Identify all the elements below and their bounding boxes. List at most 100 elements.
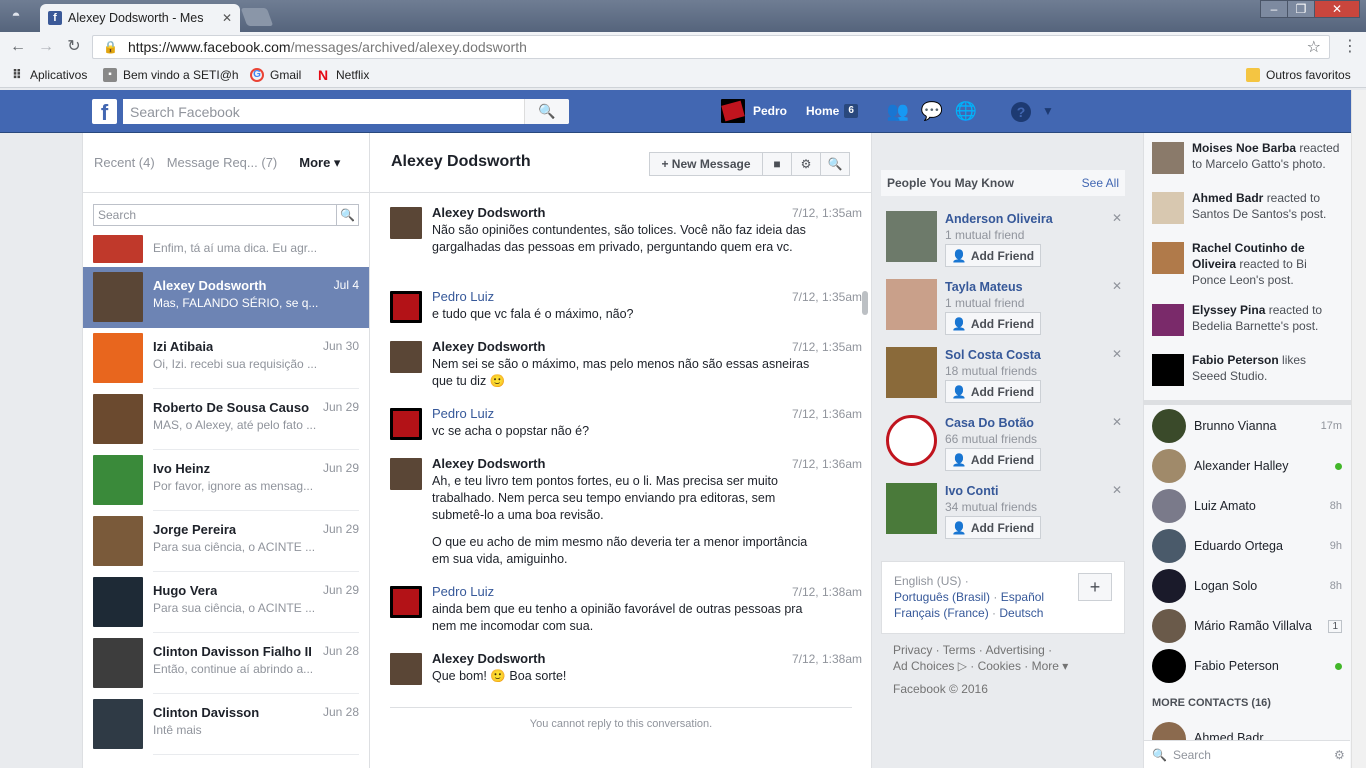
ticker-item[interactable]: Fabio Peterson likes Seeed Studio. bbox=[1152, 352, 1342, 386]
language-de[interactable]: Deutsch bbox=[999, 606, 1043, 620]
avatar[interactable] bbox=[886, 415, 937, 466]
contact-item[interactable]: Mário Ramão Villalva 1 bbox=[1152, 608, 1342, 644]
chat-search-input[interactable] bbox=[1172, 747, 1328, 762]
mutual-friends[interactable]: 34 mutual friends bbox=[945, 500, 1037, 514]
dismiss-icon[interactable]: ✕ bbox=[1112, 211, 1122, 225]
suggestion-name[interactable]: Anderson Oliveira bbox=[945, 212, 1053, 226]
search-icon[interactable]: 🔍 bbox=[524, 99, 569, 124]
facebook-search-input[interactable] bbox=[123, 99, 524, 124]
list-item[interactable]: Jorge Pereira Jun 29 Para sua ciência, o … bbox=[83, 511, 369, 572]
page-scrollbar[interactable] bbox=[1351, 90, 1366, 768]
bookmark-apps[interactable]: ⠿ Aplicativos bbox=[10, 66, 87, 84]
footer-line-1[interactable]: Privacy · Terms · Advertising · bbox=[893, 642, 1123, 658]
search-icon[interactable]: 🔍 bbox=[820, 152, 850, 176]
maximize-icon[interactable]: ❐ bbox=[1287, 0, 1315, 18]
back-arrow-icon[interactable]: ← bbox=[8, 37, 28, 57]
url-bar[interactable]: 🔒 https://www.facebook.com/messages/arch… bbox=[92, 35, 1330, 59]
mutual-friends[interactable]: 66 mutual friends bbox=[945, 432, 1037, 446]
new-message-button[interactable]: + New Message bbox=[649, 152, 763, 176]
help-icon[interactable]: ? bbox=[1009, 100, 1033, 122]
home-link[interactable]: Home 6 bbox=[806, 99, 858, 123]
add-friend-button[interactable]: 👤 Add Friend bbox=[945, 516, 1041, 539]
more-dropdown[interactable]: More ▾ bbox=[299, 155, 340, 171]
contact-item[interactable]: Ahmed Badr bbox=[1152, 722, 1342, 740]
video-call-icon[interactable]: ■ bbox=[762, 152, 792, 176]
ticker-item[interactable]: Rachel Coutinho de Oliveira reacted to B… bbox=[1152, 240, 1342, 287]
contact-item[interactable]: Logan Solo 8h bbox=[1152, 568, 1342, 604]
language-es[interactable]: Español bbox=[1001, 590, 1044, 604]
avatar[interactable] bbox=[886, 347, 937, 398]
ticker-item[interactable]: Ahmed Badr reacted to Santos De Santos's… bbox=[1152, 190, 1342, 224]
contact-item[interactable]: Brunno Vianna 17m bbox=[1152, 408, 1342, 444]
avatar[interactable] bbox=[886, 279, 937, 330]
contact-item[interactable]: Eduardo Ortega 9h bbox=[1152, 528, 1342, 564]
list-item[interactable]: Ivo Heinz Jun 29 Por favor, ignore as men… bbox=[83, 450, 369, 511]
mutual-friends[interactable]: 1 mutual friend bbox=[945, 296, 1024, 310]
list-item[interactable]: Clinton Davisson Fialho II Jun 28 Então, … bbox=[83, 633, 369, 694]
account-menu-icon[interactable]: ▼ bbox=[1036, 100, 1060, 122]
contact-item[interactable]: Fabio Peterson bbox=[1152, 648, 1342, 684]
profile-link[interactable]: Pedro bbox=[721, 99, 787, 123]
bookmark-gmail[interactable]: G Gmail bbox=[250, 66, 301, 84]
conversation-scrollbar[interactable] bbox=[862, 291, 868, 315]
close-window-icon[interactable]: ✕ bbox=[1314, 0, 1360, 18]
message-sender[interactable]: Alexey Dodsworth bbox=[432, 339, 545, 354]
facebook-logo-icon[interactable]: f bbox=[92, 99, 117, 125]
message-sender[interactable]: Alexey Dodsworth bbox=[432, 205, 545, 220]
list-item[interactable]: Clinton Davisson Jun 28 Intê mais bbox=[83, 694, 369, 755]
bookmark-seti[interactable]: ▪ Bem vindo a SETI@hc bbox=[103, 66, 239, 84]
messages-icon[interactable]: 💬 bbox=[920, 100, 944, 122]
dismiss-icon[interactable]: ✕ bbox=[1112, 483, 1122, 497]
dismiss-icon[interactable]: ✕ bbox=[1112, 347, 1122, 361]
dismiss-icon[interactable]: ✕ bbox=[1112, 279, 1122, 293]
list-item[interactable]: Hugo Vera Jun 29 Para sua ciência, o ACIN… bbox=[83, 572, 369, 633]
list-item[interactable]: Enfim, tá aí uma dica. Eu agr... bbox=[83, 232, 369, 266]
gear-icon[interactable]: ⚙ bbox=[1334, 748, 1345, 762]
see-all-link[interactable]: See All bbox=[1082, 176, 1119, 190]
mutual-friends[interactable]: 18 mutual friends bbox=[945, 364, 1037, 378]
minimize-icon[interactable]: – bbox=[1260, 0, 1288, 18]
bookmark-netflix[interactable]: N Netflix bbox=[316, 66, 369, 84]
dismiss-icon[interactable]: ✕ bbox=[1112, 415, 1122, 429]
gear-icon[interactable]: ⚙ bbox=[791, 152, 821, 176]
suggestion-name[interactable]: Ivo Conti bbox=[945, 484, 998, 498]
browser-menu-icon[interactable]: ⋮ bbox=[1342, 38, 1358, 56]
contact-item[interactable]: Luiz Amato 8h bbox=[1152, 488, 1342, 524]
bookmark-star-icon[interactable]: ☆ bbox=[1307, 37, 1321, 57]
add-friend-button[interactable]: 👤 Add Friend bbox=[945, 380, 1041, 403]
suggestion-name[interactable]: Casa Do Botão bbox=[945, 416, 1034, 430]
browser-tab[interactable]: f Alexey Dodsworth - Mes ✕ bbox=[40, 4, 240, 32]
suggestion-name[interactable]: Sol Costa Costa bbox=[945, 348, 1041, 362]
notifications-globe-icon[interactable]: 🌐 bbox=[954, 100, 978, 122]
contact-item[interactable]: Alexander Halley bbox=[1152, 448, 1342, 484]
language-pt[interactable]: Português (Brasil) bbox=[894, 590, 990, 604]
mutual-friends[interactable]: 1 mutual friend bbox=[945, 228, 1024, 242]
add-friend-button[interactable]: 👤 Add Friend bbox=[945, 312, 1041, 335]
language-fr[interactable]: Français (France) bbox=[894, 606, 989, 620]
ticker-item[interactable]: Moises Noe Barba reacted to Marcelo Gatt… bbox=[1152, 140, 1342, 174]
reload-icon[interactable]: ↻ bbox=[64, 37, 84, 57]
list-item[interactable]: Roberto De Sousa Causo Jun 29 MAS, o Alex… bbox=[83, 389, 369, 450]
forward-arrow-icon[interactable]: → bbox=[36, 37, 56, 57]
message-sender[interactable]: Alexey Dodsworth bbox=[432, 651, 545, 666]
message-sender[interactable]: Pedro Luiz bbox=[432, 289, 494, 304]
message-requests-tab[interactable]: Message Req... (7) bbox=[167, 155, 278, 170]
avatar[interactable] bbox=[886, 483, 937, 534]
thread-search-input[interactable] bbox=[94, 205, 336, 225]
footer-line-2[interactable]: Ad Choices ▷ · Cookies · More ▾ bbox=[893, 658, 1123, 674]
add-friend-button[interactable]: 👤 Add Friend bbox=[945, 244, 1041, 267]
search-icon[interactable]: 🔍 bbox=[336, 205, 358, 225]
bookmark-other[interactable]: Outros favoritos bbox=[1246, 66, 1351, 84]
list-item[interactable]: Alexey Dodsworth Jul 4 Mas, FALANDO SÉRIO… bbox=[83, 267, 369, 328]
add-friend-button[interactable]: 👤 Add Friend bbox=[945, 448, 1041, 471]
message-sender[interactable]: Pedro Luiz bbox=[432, 584, 494, 599]
list-item[interactable]: Izi Atibaia Jun 30 Oi, Izi. recebi sua re… bbox=[83, 328, 369, 389]
add-language-button[interactable]: + bbox=[1078, 573, 1112, 601]
avatar[interactable] bbox=[886, 211, 937, 262]
message-sender[interactable]: Alexey Dodsworth bbox=[432, 456, 545, 471]
recent-tab[interactable]: Recent (4) bbox=[94, 155, 155, 170]
friend-requests-icon[interactable]: 👥 bbox=[886, 100, 910, 122]
close-tab-icon[interactable]: ✕ bbox=[222, 11, 232, 25]
message-sender[interactable]: Pedro Luiz bbox=[432, 406, 494, 421]
ticker-item[interactable]: Elyssey Pina reacted to Bedelia Barnette… bbox=[1152, 302, 1342, 336]
